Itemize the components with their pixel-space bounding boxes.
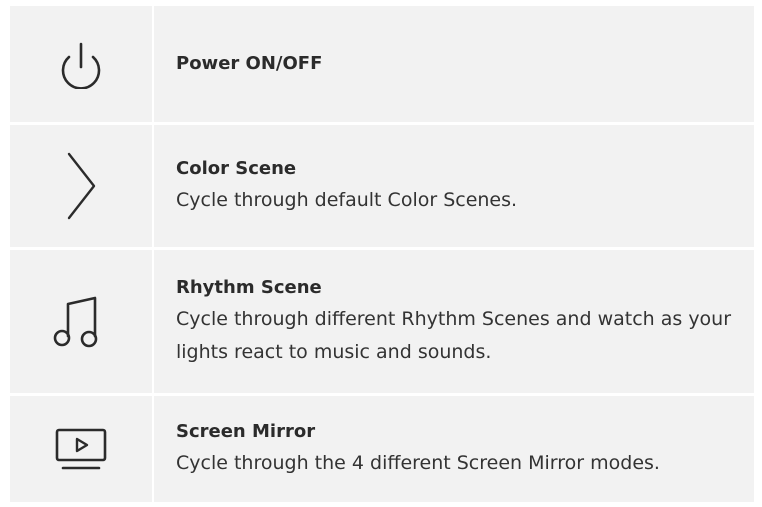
table-row-power: Power ON/OFF <box>10 6 754 122</box>
power-icon <box>51 39 111 89</box>
column-divider <box>152 396 154 502</box>
icon-cell <box>10 125 152 247</box>
column-divider <box>152 6 154 122</box>
row-title: Power ON/OFF <box>176 53 323 74</box>
text-cell: Screen Mirror Cycle through the 4 differ… <box>176 396 746 502</box>
chevron-right-icon <box>61 151 101 221</box>
music-note-icon <box>53 294 109 350</box>
screen-play-icon <box>51 426 111 472</box>
table-row-rhythm-scene: Rhythm Scene Cycle through different Rhy… <box>10 250 754 393</box>
row-title: Color Scene <box>176 157 297 179</box>
row-title: Screen Mirror <box>176 420 316 442</box>
column-divider <box>152 125 154 247</box>
table-row-color-scene: Color Scene Cycle through default Color … <box>10 125 754 247</box>
text-cell: Color Scene Cycle through default Color … <box>176 125 746 247</box>
column-divider <box>152 250 154 393</box>
text-cell: Power ON/OFF <box>176 6 746 122</box>
text-cell: Rhythm Scene Cycle through different Rhy… <box>176 250 746 393</box>
controls-table: Power ON/OFF Color Scene Cycle through d… <box>10 6 754 502</box>
icon-cell <box>10 396 152 502</box>
table-row-screen-mirror: Screen Mirror Cycle through the 4 differ… <box>10 396 754 502</box>
icon-cell <box>10 6 152 122</box>
row-description: Cycle through default Color Scenes. <box>176 188 518 211</box>
row-description: Cycle through the 4 different Screen Mir… <box>176 451 660 474</box>
row-description: Cycle through different Rhythm Scenes an… <box>176 307 732 363</box>
row-title: Rhythm Scene <box>176 276 322 298</box>
icon-cell <box>10 250 152 393</box>
